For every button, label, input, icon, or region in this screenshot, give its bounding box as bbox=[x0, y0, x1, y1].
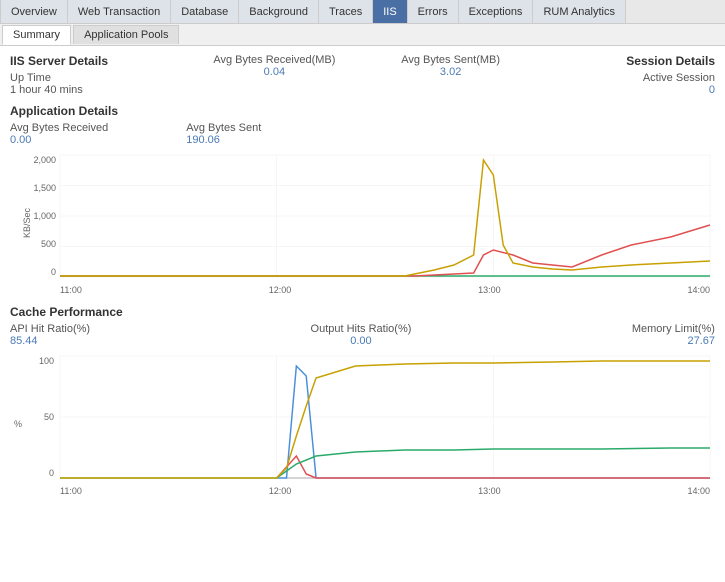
server-col-mid2: Avg Bytes Sent(MB) 3.02 bbox=[363, 54, 539, 96]
app-avg-sent: Avg Bytes Sent 190.06 bbox=[186, 122, 362, 146]
tab-rum-analytics[interactable]: RUM Analytics bbox=[533, 0, 626, 23]
session-details-title: Session Details bbox=[539, 54, 715, 68]
cache-chart-wrapper: % 100 50 0 bbox=[10, 351, 715, 496]
application-details-section: Application Details Avg Bytes Received 0… bbox=[10, 104, 715, 295]
app-chart-svg bbox=[60, 155, 710, 277]
tab-traces[interactable]: Traces bbox=[319, 0, 373, 23]
tab-background[interactable]: Background bbox=[239, 0, 319, 23]
memory-limit-label: Memory Limit(%) bbox=[632, 323, 715, 335]
tab-iis[interactable]: IIS bbox=[373, 0, 407, 23]
app-chart-x-ticks: 11:00 12:00 13:00 14:00 bbox=[60, 285, 710, 295]
uptime-value: 1 hour 40 mins bbox=[10, 84, 186, 96]
cache-chart-y-ticks: 100 50 0 bbox=[24, 356, 54, 478]
server-col-mid1: Avg Bytes Received(MB) 0.04 bbox=[186, 54, 362, 96]
tab-database[interactable]: Database bbox=[171, 0, 239, 23]
avg-bytes-received-value: 0.04 bbox=[186, 66, 362, 78]
cache-chart-svg bbox=[60, 356, 710, 478]
app-metrics-row: Avg Bytes Received 0.00 Avg Bytes Sent 1… bbox=[10, 122, 715, 146]
api-hit-label: API Hit Ratio(%) bbox=[10, 323, 90, 335]
app-chart-wrapper: KB/Sec 2,000 1,500 1,000 500 0 bbox=[10, 150, 715, 295]
server-details-section: IIS Server Details Up Time 1 hour 40 min… bbox=[10, 54, 715, 96]
cache-chart-y-label: % bbox=[14, 419, 22, 429]
app-avg-sent-label: Avg Bytes Sent bbox=[186, 122, 362, 134]
app-chart-y-ticks: 2,000 1,500 1,000 500 0 bbox=[24, 155, 56, 277]
cache-performance-section: Cache Performance API Hit Ratio(%) 85.44… bbox=[10, 305, 715, 496]
main-content: IIS Server Details Up Time 1 hour 40 min… bbox=[0, 46, 725, 582]
sub-tab-application-pools[interactable]: Application Pools bbox=[73, 25, 179, 44]
cache-chart-x-ticks: 11:00 12:00 13:00 14:00 bbox=[60, 486, 710, 496]
app-metric-empty bbox=[363, 122, 539, 146]
memory-limit-value: 27.67 bbox=[632, 335, 715, 347]
tab-exceptions[interactable]: Exceptions bbox=[459, 0, 534, 23]
iis-server-title: IIS Server Details bbox=[10, 54, 186, 68]
output-hits-value: 0.00 bbox=[311, 335, 412, 347]
avg-bytes-sent-label: Avg Bytes Sent(MB) bbox=[363, 54, 539, 66]
app-avg-sent-value: 190.06 bbox=[186, 134, 362, 146]
output-hits-metric: Output Hits Ratio(%) 0.00 bbox=[311, 323, 412, 347]
avg-bytes-received-label: Avg Bytes Received(MB) bbox=[186, 54, 362, 66]
active-session-value: 0 bbox=[539, 84, 715, 96]
app-metric-empty2 bbox=[539, 122, 715, 146]
tab-overview[interactable]: Overview bbox=[0, 0, 68, 23]
app-avg-received-value: 0.00 bbox=[10, 134, 186, 146]
api-hit-value: 85.44 bbox=[10, 335, 90, 347]
app-details-title: Application Details bbox=[10, 104, 715, 118]
uptime-label: Up Time bbox=[10, 72, 186, 84]
cache-title: Cache Performance bbox=[10, 305, 715, 319]
output-hits-label: Output Hits Ratio(%) bbox=[311, 323, 412, 335]
memory-limit-metric: Memory Limit(%) 27.67 bbox=[632, 323, 715, 347]
api-hit-metric: API Hit Ratio(%) 85.44 bbox=[10, 323, 90, 347]
server-col-left: IIS Server Details Up Time 1 hour 40 min… bbox=[10, 54, 186, 96]
app-avg-received-label: Avg Bytes Received bbox=[10, 122, 186, 134]
cache-metrics-row: API Hit Ratio(%) 85.44 Output Hits Ratio… bbox=[10, 323, 715, 347]
server-col-right: Session Details Active Session 0 bbox=[539, 54, 715, 96]
app-avg-received: Avg Bytes Received 0.00 bbox=[10, 122, 186, 146]
sub-tab-bar: Summary Application Pools bbox=[0, 24, 725, 46]
sub-tab-summary[interactable]: Summary bbox=[2, 25, 71, 45]
avg-bytes-sent-value: 3.02 bbox=[363, 66, 539, 78]
top-tab-bar: Overview Web Transaction Database Backgr… bbox=[0, 0, 725, 24]
tab-web-transaction[interactable]: Web Transaction bbox=[68, 0, 171, 23]
tab-errors[interactable]: Errors bbox=[408, 0, 459, 23]
active-session-label: Active Session bbox=[539, 72, 715, 84]
